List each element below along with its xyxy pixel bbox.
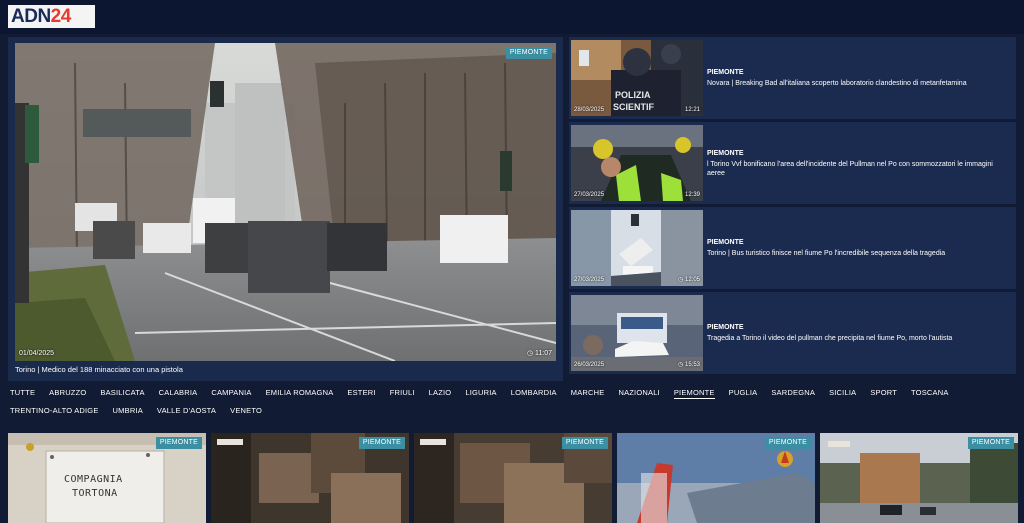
video-card[interactable]: COMPAGNIA TORTONA PIEMONTE — [8, 433, 206, 523]
region-list: TUTTE ABRUZZO BASILICATA CALABRIA CAMPANIA EM… — [10, 387, 1020, 416]
bottom-video-row: COMPAGNIA TORTONA PIEMONTE PIEMONTE PIEM… — [8, 433, 1018, 523]
news-title[interactable]: Tragedia a Torino il video del pullman c… — [707, 334, 1007, 343]
region-filter-emilia-romagna[interactable]: EMILIA ROMAGNA — [266, 387, 334, 399]
region-filter-calabria[interactable]: CALABRIA — [159, 387, 198, 399]
sign-text-line-1: COMPAGNIA — [64, 474, 123, 485]
video-card[interactable]: PIEMONTE — [414, 433, 612, 523]
svg-text:POLIZIA: POLIZIA — [615, 90, 651, 100]
news-item[interactable]: POLIZIA SCIENTIF 28/03/2025 12:21 PIEMON… — [569, 37, 1016, 119]
region-filter-trentino-alto-adige[interactable]: TRENTINO-ALTO ADIGE — [10, 405, 99, 416]
news-duration: 12:39 — [684, 192, 700, 198]
news-region: PIEMONTE — [707, 69, 744, 76]
region-filter-lazio[interactable]: LAZIO — [429, 387, 452, 399]
region-filter-sardegna[interactable]: SARDEGNA — [771, 387, 815, 399]
news-thumbnail[interactable]: 26/03/2025 ◷ 15:53 — [571, 295, 703, 371]
hero-video-thumbnail[interactable]: PIEMONTE 01/04/2025 ◷ 11:07 — [15, 43, 556, 361]
news-duration-text: 15:53 — [684, 362, 700, 368]
news-title[interactable]: l Torino Vvf bonificano l'area dell'inci… — [707, 160, 1007, 178]
news-region: PIEMONTE — [707, 324, 744, 331]
news-item[interactable]: 27/03/2025 ◷ 12:05 PIEMONTE Torino | Bus… — [569, 207, 1016, 289]
news-region: PIEMONTE — [707, 239, 744, 246]
video-card[interactable]: PIEMONTE — [617, 433, 815, 523]
video-date: 01/04/2025 — [19, 350, 55, 357]
region-filter-puglia[interactable]: PUGLIA — [729, 387, 758, 399]
logo-text: ADN — [11, 6, 51, 27]
news-title[interactable]: Torino | Bus turistico finisce nel fiume… — [707, 249, 1007, 258]
news-date: 27/03/2025 — [574, 277, 605, 283]
news-duration: ◷ 12:05 — [678, 277, 700, 283]
news-thumbnail[interactable]: POLIZIA SCIENTIF 28/03/2025 12:21 — [571, 40, 703, 116]
region-badge: PIEMONTE — [561, 437, 608, 449]
region-filter-liguria[interactable]: LIGURIA — [465, 387, 496, 399]
region-filter-sicilia[interactable]: SICILIA — [829, 387, 856, 399]
region-badge: PIEMONTE — [764, 437, 811, 449]
news-thumbnail[interactable]: 27/03/2025 ◷ 12:05 — [571, 210, 703, 286]
region-filter-nav: TUTTE ABRUZZO BASILICATA CALABRIA CAMPANIA EM… — [10, 387, 1020, 416]
news-duration-text: 12:05 — [684, 277, 700, 283]
bus-river-image — [571, 210, 703, 286]
region-filter-lombardia[interactable]: LOMBARDIA — [511, 387, 557, 399]
news-region: PIEMONTE — [707, 150, 744, 157]
region-filter-toscana[interactable]: TOSCANA — [911, 387, 949, 399]
news-thumbnail[interactable]: 27/03/2025 12:39 — [571, 125, 703, 201]
svg-text:SCIENTIF: SCIENTIF — [613, 102, 655, 112]
forensic-police-image: POLIZIA SCIENTIF — [571, 40, 703, 116]
news-title[interactable]: Novara | Breaking Bad all'italiana scope… — [707, 79, 1007, 88]
adn24-logo[interactable]: ADN 24 — [8, 5, 95, 28]
news-date: 26/03/2025 — [574, 362, 605, 368]
news-date: 28/03/2025 — [574, 107, 605, 113]
sign-text-line-2: TORTONA — [72, 488, 118, 499]
region-filter-friuli[interactable]: FRIULI — [390, 387, 415, 399]
region-filter-sport[interactable]: SPORT — [870, 387, 897, 399]
region-filter-tutte[interactable]: TUTTE — [10, 387, 35, 399]
region-filter-abruzzo[interactable]: ABRUZZO — [49, 387, 86, 399]
region-badge: PIEMONTE — [358, 437, 405, 449]
news-item[interactable]: 27/03/2025 12:39 PIEMONTE l Torino Vvf b… — [569, 122, 1016, 204]
region-badge: PIEMONTE — [505, 47, 552, 59]
region-badge: PIEMONTE — [155, 437, 202, 449]
firefighter-image — [571, 125, 703, 201]
video-card[interactable]: PIEMONTE — [211, 433, 409, 523]
street-scene-image — [15, 43, 556, 361]
video-duration-text: 11:07 — [535, 350, 552, 357]
top-bar: ADN 24 — [0, 0, 1024, 34]
bus-street-image — [571, 295, 703, 371]
region-filter-marche[interactable]: MARCHE — [571, 387, 605, 399]
region-filter-veneto[interactable]: VENETO — [230, 405, 262, 416]
video-duration: ◷ 11:07 — [526, 350, 552, 357]
region-filter-valle-d-aosta[interactable]: VALLE D'AOSTA — [157, 405, 216, 416]
region-filter-piemonte[interactable]: PIEMONTE — [673, 387, 715, 399]
video-card[interactable]: PIEMONTE — [820, 433, 1018, 523]
news-date: 27/03/2025 — [574, 192, 605, 198]
logo-accent: 24 — [50, 6, 72, 27]
region-filter-esteri[interactable]: ESTERI — [347, 387, 375, 399]
region-badge: PIEMONTE — [967, 437, 1014, 449]
news-duration: ◷ 15:53 — [678, 362, 700, 368]
region-filter-nazionali[interactable]: NAZIONALI — [618, 387, 659, 399]
region-filter-campania[interactable]: CAMPANIA — [211, 387, 251, 399]
hero-title[interactable]: Torino | Medico del 188 minacciato con u… — [15, 365, 183, 374]
hero-video-card[interactable]: PIEMONTE 01/04/2025 ◷ 11:07 Torino | Med… — [8, 37, 563, 381]
region-filter-basilicata[interactable]: BASILICATA — [100, 387, 144, 399]
region-filter-umbria[interactable]: UMBRIA — [113, 405, 143, 416]
news-duration: 12:21 — [684, 107, 700, 113]
news-item[interactable]: 26/03/2025 ◷ 15:53 PIEMONTE Tragedia a T… — [569, 292, 1016, 374]
